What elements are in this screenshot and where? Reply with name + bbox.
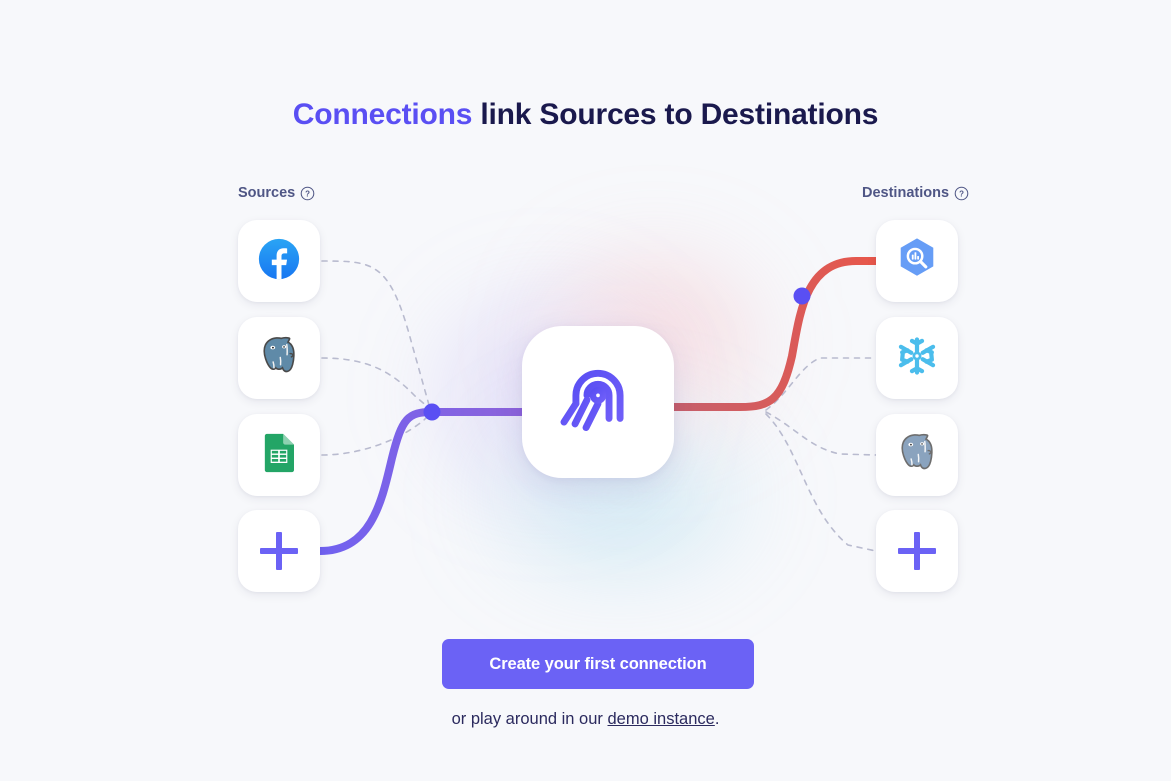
question-circle-icon[interactable]: ?: [954, 186, 969, 201]
svg-text:?: ?: [305, 189, 310, 198]
demo-line-suffix: .: [714, 710, 720, 728]
destination-card-bigquery[interactable]: [876, 220, 958, 302]
source-card-postgres[interactable]: [238, 317, 320, 399]
source-card-facebook[interactable]: [238, 220, 320, 302]
sources-label-text: Sources: [238, 185, 296, 201]
bigquery-icon: [894, 236, 940, 287]
source-card-google-sheets[interactable]: [238, 414, 320, 496]
connections-empty-state: Connections link Sources to Destinations…: [0, 0, 1171, 781]
create-first-connection-button[interactable]: Create your first connection: [442, 639, 754, 689]
inactive-source-links: [321, 260, 431, 456]
postgres-elephant-icon: [895, 431, 939, 480]
postgres-elephant-icon: [257, 334, 301, 383]
airbyte-logo-card: [522, 326, 674, 478]
source-card-add-source[interactable]: [238, 510, 320, 592]
demo-instance-link[interactable]: demo instance: [608, 710, 715, 728]
inactive-destination-links: [765, 357, 877, 552]
page-title-rest: link Sources to Destinations: [472, 98, 879, 131]
sources-column-label: Sources ?: [238, 185, 315, 201]
airbyte-logo: [552, 354, 644, 451]
snowflake-icon: [895, 334, 939, 383]
demo-line-prefix: or play around in our: [451, 710, 608, 728]
source-connection-node: [423, 403, 441, 421]
destination-card-snowflake[interactable]: [876, 317, 958, 399]
plus-icon: [260, 532, 298, 570]
svg-text:?: ?: [959, 189, 964, 198]
page-title-accent: Connections: [292, 98, 473, 131]
plus-icon: [898, 532, 936, 570]
destination-card-add-destination[interactable]: [876, 510, 958, 592]
destinations-column-label: Destinations ?: [862, 185, 969, 201]
facebook-icon: [256, 236, 302, 287]
destinations-label-text: Destinations: [862, 185, 950, 201]
active-destination-connection: [656, 257, 882, 411]
destination-card-postgres[interactable]: [876, 414, 958, 496]
page-title: Connections link Sources to Destinations: [0, 98, 1171, 132]
question-circle-icon[interactable]: ?: [300, 186, 315, 201]
google-sheets-icon: [259, 433, 299, 478]
destination-connection-node: [793, 287, 811, 305]
demo-instance-line: or play around in our demo instance.: [0, 710, 1171, 729]
